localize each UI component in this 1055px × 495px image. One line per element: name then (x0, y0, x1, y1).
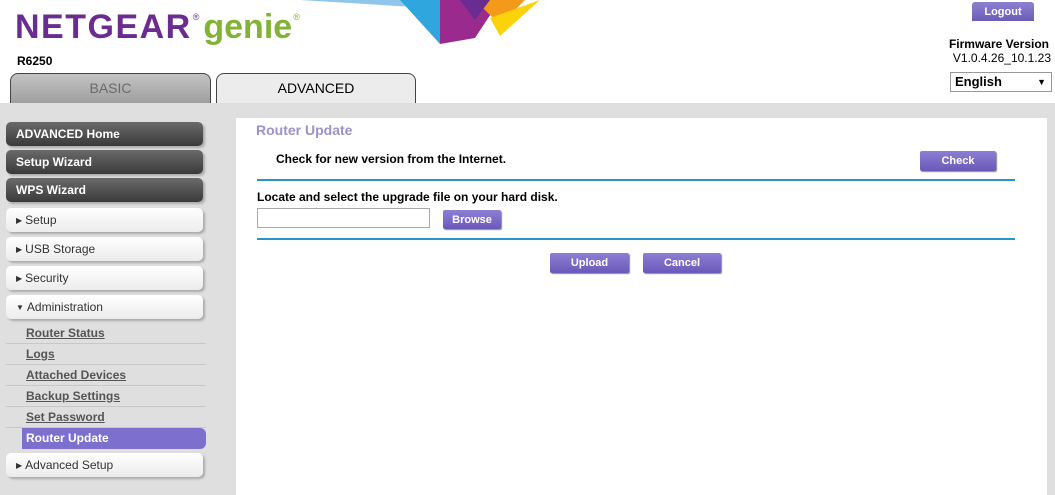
language-select[interactable]: English ▼ (950, 72, 1052, 92)
logo-registered-mark: ® (192, 12, 200, 22)
triangle-down-icon: ▼ (16, 303, 24, 312)
logout-button[interactable]: Logout (972, 2, 1034, 21)
administration-submenu: Router Status Logs Attached Devices Back… (6, 323, 206, 449)
sidebar-item-attached-devices[interactable]: Attached Devices (6, 365, 206, 386)
cancel-button[interactable]: Cancel (643, 253, 721, 273)
tab-advanced[interactable]: ADVANCED (216, 73, 416, 103)
file-path-input[interactable] (257, 208, 430, 228)
check-description: Check for new version from the Internet. (276, 152, 507, 166)
triangle-right-icon: ▶ (16, 216, 23, 225)
main-panel: Router Update Check for new version from… (236, 118, 1047, 495)
sidebar-item-backup-settings[interactable]: Backup Settings (6, 386, 206, 407)
tab-basic[interactable]: BASIC (10, 73, 211, 103)
dropdown-arrow-icon: ▼ (1037, 77, 1046, 87)
sidebar-item-logs[interactable]: Logs (6, 344, 206, 365)
sidebar-section-advanced-setup[interactable]: ▶ Advanced Setup (6, 453, 203, 477)
sidebar-section-label: Advanced Setup (25, 458, 114, 472)
page-title: Router Update (256, 122, 353, 138)
sidebar-section-label: Setup (25, 213, 57, 227)
sidebar-section-setup[interactable]: ▶ Setup (6, 208, 203, 232)
sidebar-section-label: Administration (26, 300, 103, 314)
sidebar-section-usb-storage[interactable]: ▶ USB Storage (6, 237, 203, 261)
triangle-right-icon: ▶ (16, 461, 23, 470)
sidebar-item-setup-wizard[interactable]: Setup Wizard (6, 150, 203, 174)
upload-button[interactable]: Upload (550, 253, 629, 273)
divider-line (257, 238, 1015, 240)
model-name: R6250 (17, 54, 53, 68)
sidebar-section-label: Security (25, 271, 69, 285)
sidebar-section-label: USB Storage (25, 242, 96, 256)
firmware-version-value: V1.0.4.26_10.1.23 (952, 51, 1051, 65)
sidebar-item-advanced-home[interactable]: ADVANCED Home (6, 122, 203, 146)
sidebar-item-set-password[interactable]: Set Password (6, 407, 206, 428)
triangle-right-icon: ▶ (16, 245, 23, 254)
banner-graphic (300, 0, 540, 44)
browse-button[interactable]: Browse (443, 210, 501, 229)
netgear-genie-logo: NETGEAR ® genie ® (15, 8, 300, 50)
firmware-version-label: Firmware Version (948, 37, 1049, 51)
check-button[interactable]: Check (920, 151, 996, 171)
triangle-right-icon: ▶ (16, 274, 23, 283)
sidebar-item-router-update[interactable]: Router Update (22, 428, 206, 449)
logo-genie-text: genie (203, 8, 293, 46)
sidebar-section-security[interactable]: ▶ Security (6, 266, 203, 290)
logo-netgear-text: NETGEAR (15, 8, 192, 46)
divider-line (257, 179, 1015, 181)
sidebar-item-wps-wizard[interactable]: WPS Wizard (6, 178, 203, 202)
sidebar-section-administration[interactable]: ▼ Administration (6, 295, 203, 319)
language-selected-value: English (955, 74, 1002, 89)
locate-file-description: Locate and select the upgrade file on yo… (257, 190, 558, 204)
logo-registered-mark-2: ® (293, 12, 300, 22)
sidebar-item-router-status[interactable]: Router Status (6, 323, 206, 344)
sidebar: ADVANCED Home Setup Wizard WPS Wizard ▶ S… (6, 122, 206, 482)
